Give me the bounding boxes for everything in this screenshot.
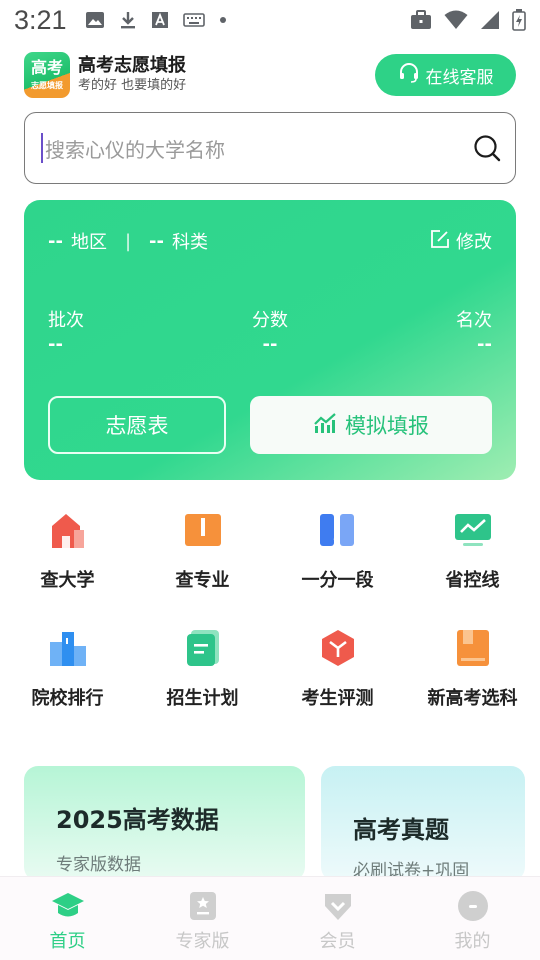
promo-past-papers[interactable]: 高考真题 必刷试卷+巩固 (321, 766, 525, 881)
signal-icon (480, 10, 500, 30)
simulate-fill-label: 模拟填报 (345, 414, 429, 438)
status-bar: 3:21 (0, 0, 540, 40)
chart-icon (313, 412, 337, 439)
region-value[interactable]: -- (48, 231, 63, 252)
online-service-label: 在线客服 (425, 67, 494, 88)
feature-label: 省控线 (445, 570, 500, 591)
feature-enrollment-plan[interactable]: 招生计划 (135, 628, 270, 710)
plan-document-icon (183, 628, 223, 668)
app-slogan: 考的好 也要填的好 (78, 78, 187, 93)
stat-batch: 批次 -- (48, 306, 84, 356)
edit-button[interactable]: 修改 (430, 228, 492, 254)
ranking-icon (48, 628, 88, 668)
feature-assessment[interactable]: 考生评测 (270, 628, 405, 710)
nav-label: 我的 (454, 931, 491, 952)
a-box-icon (151, 11, 169, 29)
search-placeholder: 搜索心仪的大学名称 (45, 137, 225, 162)
profile-icon (455, 889, 491, 923)
expert-doc-icon (185, 889, 221, 923)
card-stats: 批次 -- 分数 -- 名次 -- (48, 306, 492, 356)
subject-label[interactable]: 科类 (172, 228, 208, 254)
feature-subject-select[interactable]: 新高考选科 (405, 628, 540, 710)
feature-grid: 查大学 查专业 一分一段 省控线 院校排行 招生计划 考生评测 新高考选科 (0, 510, 540, 710)
feature-score-segment[interactable]: 一分一段 (270, 510, 405, 592)
dot-icon (219, 16, 227, 24)
vip-shield-icon (320, 889, 356, 923)
feature-label: 查专业 (175, 570, 230, 591)
search-icon[interactable] (473, 134, 501, 162)
app-titles: 高考志愿填报 考的好 也要填的好 (78, 55, 186, 95)
promo-title: 高考真题 (353, 816, 449, 844)
keyboard-icon (182, 12, 205, 28)
card-buttons: 志愿表 模拟填报 (48, 396, 492, 454)
nav-vip[interactable]: 会员 (270, 877, 405, 960)
feature-label: 招生计划 (166, 688, 239, 709)
online-service-button[interactable]: 在线客服 (375, 54, 516, 96)
stat-score-value: -- (262, 334, 278, 355)
download-icon (119, 10, 137, 30)
promo-subtitle: 专家版数据 (56, 855, 141, 875)
simulate-fill-button[interactable]: 模拟填报 (250, 396, 492, 454)
app-header: 高考 志愿填报 高考志愿填报 考的好 也要填的好 在线客服 (24, 52, 516, 98)
feature-label: 一分一段 (301, 570, 374, 591)
score-info-card: -- 地区 | -- 科类 修改 批次 -- 分数 -- 名次 -- 志愿表 模… (24, 200, 516, 480)
briefcase-icon (410, 10, 432, 30)
assessment-cube-icon (318, 628, 358, 668)
subject-select-icon (453, 628, 493, 668)
card-filter-row: -- 地区 | -- 科类 修改 (48, 228, 492, 254)
filter-separator: | (124, 230, 132, 252)
stat-batch-label: 批次 (48, 310, 84, 331)
nav-label: 会员 (319, 931, 356, 952)
stat-batch-value: -- (48, 334, 63, 355)
subject-value[interactable]: -- (149, 231, 164, 252)
nav-label: 首页 (49, 931, 86, 952)
image-icon (85, 11, 105, 29)
feature-label: 考生评测 (301, 688, 374, 709)
nav-label: 专家版 (175, 931, 230, 952)
promo-title: 2025高考数据 (56, 806, 219, 834)
promo-gaokao-data[interactable]: 2025高考数据 专家版数据 (24, 766, 305, 881)
edit-icon (430, 229, 450, 254)
battery-icon (512, 9, 526, 31)
feature-control-line[interactable]: 省控线 (405, 510, 540, 592)
trend-monitor-icon (453, 510, 493, 550)
status-notification-icons (85, 10, 227, 30)
app-logo: 高考 志愿填报 (24, 52, 70, 98)
logo-sub-text: 志愿填报 (31, 81, 63, 90)
feature-major[interactable]: 查专业 (135, 510, 270, 592)
wifi-icon (444, 10, 468, 30)
university-icon (48, 510, 88, 550)
nav-expert[interactable]: 专家版 (135, 877, 270, 960)
feature-university[interactable]: 查大学 (0, 510, 135, 592)
feature-ranking[interactable]: 院校排行 (0, 628, 135, 710)
stat-rank-label: 名次 (456, 310, 492, 331)
stat-rank-value: -- (477, 334, 492, 355)
volunteer-table-label: 志愿表 (105, 414, 169, 438)
logo-main-text: 高考 (30, 58, 63, 77)
status-time: 3:21 (14, 4, 67, 35)
stat-score-label: 分数 (252, 310, 288, 331)
bottom-nav: 首页 专家版 会员 我的 (0, 876, 540, 960)
app-name: 高考志愿填报 (78, 55, 186, 76)
edit-label: 修改 (456, 232, 492, 253)
nav-home[interactable]: 首页 (0, 877, 135, 960)
stat-rank: 名次 -- (456, 306, 492, 356)
feature-label: 院校排行 (31, 688, 104, 709)
feature-label: 新高考选科 (427, 688, 518, 709)
text-caret (41, 133, 43, 163)
book-icon (183, 510, 223, 550)
volunteer-table-button[interactable]: 志愿表 (48, 396, 226, 454)
region-label[interactable]: 地区 (71, 228, 107, 254)
search-input[interactable]: 搜索心仪的大学名称 (24, 112, 516, 184)
feature-label: 查大学 (40, 570, 95, 591)
status-system-icons (410, 9, 526, 31)
stat-score: 分数 -- (252, 306, 288, 356)
score-segment-icon (318, 510, 358, 550)
nav-profile[interactable]: 我的 (405, 877, 540, 960)
headset-icon (398, 62, 420, 89)
home-cap-icon (50, 889, 86, 923)
